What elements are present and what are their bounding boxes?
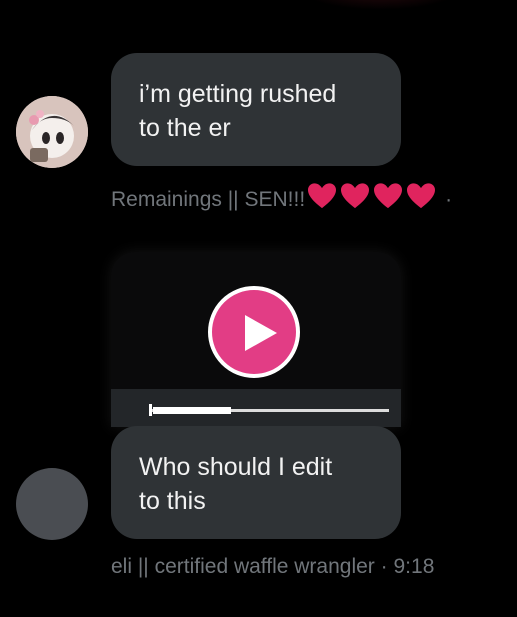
heart-icon [374, 183, 403, 209]
top-glow-decoration [300, 0, 460, 10]
meta-separator: · [380, 555, 388, 578]
heart-icon [308, 183, 337, 209]
avatar-remainings[interactable] [16, 96, 88, 168]
message-text: Who should I edit [139, 453, 333, 481]
sender-name[interactable]: eli || certified waffle wrangler [111, 555, 375, 578]
play-button[interactable] [208, 286, 300, 378]
message-timestamp: 9:18 [393, 555, 435, 578]
video-scrub-handle[interactable] [149, 404, 152, 416]
avatar-eli[interactable] [16, 468, 88, 540]
message-meta: Remainings || SEN!!! · [111, 182, 452, 216]
avatar-character-image [16, 96, 88, 168]
message-bubble[interactable]: i’m getting rushed to the er [111, 53, 401, 166]
heart-icon [407, 183, 436, 209]
message-meta: eli || certified waffle wrangler · 9:18 [111, 555, 434, 579]
video-progress-fill [153, 407, 231, 414]
message-text: to this [139, 487, 206, 515]
sender-name[interactable]: Remainings || SEN!!! [111, 188, 305, 211]
meta-separator: · [445, 188, 453, 211]
heart-icon [341, 183, 370, 209]
message-bubble[interactable]: Who should I edit to this [111, 426, 401, 539]
message-text: i’m getting rushed [139, 80, 337, 108]
heart-emoji-group [307, 182, 439, 216]
video-attachment[interactable] [111, 252, 401, 427]
message-text: to the er [139, 114, 231, 142]
play-icon [245, 315, 277, 351]
